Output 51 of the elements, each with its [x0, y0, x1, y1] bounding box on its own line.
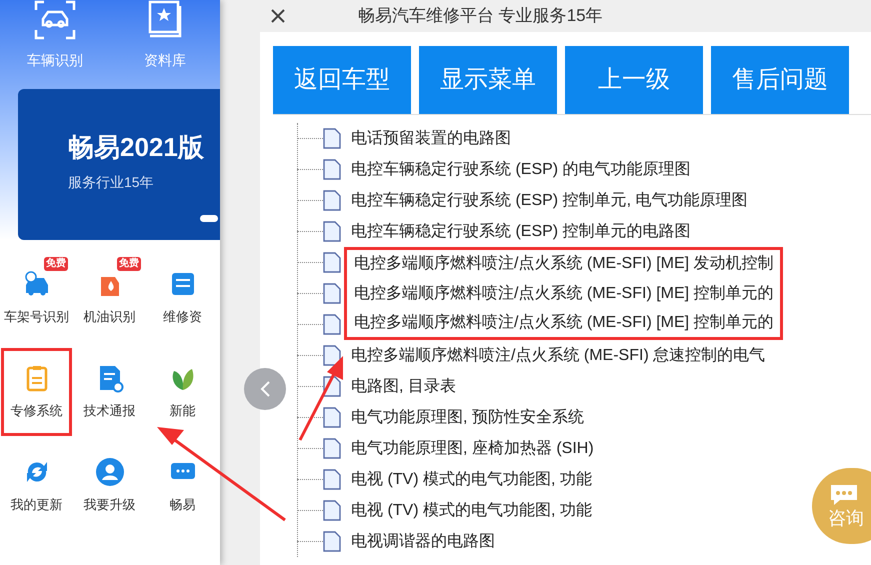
feature-button[interactable]: 免费 机油识别: [74, 254, 145, 342]
tree-item[interactable]: 电控多端顺序燃料喷注/点火系统 (ME-SFI) [ME] 发动机控制: [344, 247, 783, 278]
document-icon: [323, 314, 341, 335]
user-icon: [94, 457, 124, 488]
tree-item[interactable]: 电气功能原理图, 预防性安全系统: [344, 402, 590, 433]
tree-item[interactable]: 电视 (TV) 模式的电气功能图, 功能: [344, 464, 598, 495]
document-icon: [323, 407, 341, 428]
document-icon: [323, 221, 341, 242]
feature-button[interactable]: 专修系统: [1, 348, 72, 436]
document-icon: [323, 283, 341, 304]
feature-button[interactable]: 新能: [147, 348, 218, 436]
feature-button[interactable]: 我要升级: [74, 442, 145, 530]
document-icon: [323, 252, 341, 273]
book-icon: [147, 0, 183, 40]
feature-button[interactable]: 免费 车架号识别: [1, 254, 72, 342]
chat-bubble-icon: [828, 482, 860, 507]
banner-subtitle: 服务行业15年: [68, 173, 155, 192]
tree-item[interactable]: 电话预留装置的电路图: [344, 123, 517, 154]
document-icon: [323, 500, 341, 521]
menu-button[interactable]: 返回车型: [273, 46, 411, 114]
tree-item[interactable]: 电控多端顺序燃料喷注/点火系统 (ME-SFI) [ME] 控制单元的: [344, 278, 783, 309]
tree-item[interactable]: 电控多端顺序燃料喷注/点火系统 (ME-SFI) 怠速控制的电气: [344, 340, 772, 371]
tree-item[interactable]: 电视调谐器的电路图: [344, 526, 501, 557]
document-icon: [323, 469, 341, 490]
free-badge: 免费: [117, 257, 141, 271]
free-badge: 免费: [44, 257, 68, 271]
tree-item[interactable]: 电视 (TV) 模式的电气功能图, 功能: [344, 495, 598, 526]
car-scan-icon: [34, 0, 76, 40]
menu-button[interactable]: 售后问题: [711, 46, 849, 114]
menu-button[interactable]: 显示菜单: [419, 46, 557, 114]
document-icon: [323, 345, 341, 366]
document-icon: [323, 159, 341, 180]
banner[interactable]: 畅易2021版 服务行业15年: [18, 89, 220, 240]
feature-button[interactable]: 维修资: [147, 254, 218, 342]
menu-button[interactable]: 上一级: [565, 46, 703, 114]
chevron-left-icon: [259, 380, 271, 398]
tree-item[interactable]: 电控车辆稳定行驶系统 (ESP) 的电气功能原理图: [344, 154, 697, 185]
tree-item[interactable]: 电控车辆稳定行驶系统 (ESP) 控制单元, 电气功能原理图: [344, 185, 754, 216]
document-icon: [323, 128, 341, 149]
tree-item[interactable]: 电控多端顺序燃料喷注/点火系统 (ME-SFI) [ME] 控制单元的: [344, 309, 783, 340]
tree-item[interactable]: 电气功能原理图, 座椅加热器 (SIH): [344, 433, 600, 464]
document-icon: [323, 190, 341, 211]
feature-button[interactable]: 畅易: [147, 442, 218, 530]
window-title: 畅易汽车维修平台 专业服务15年: [358, 5, 603, 28]
document-icon: [323, 531, 341, 552]
feature-button[interactable]: 我的更新: [1, 442, 72, 530]
tree-item[interactable]: 电控车辆稳定行驶系统 (ESP) 控制单元的电路图: [344, 216, 697, 247]
tree-item[interactable]: 电路图, 目录表: [344, 371, 462, 402]
banner-title: 畅易2021版: [68, 134, 205, 160]
feature-button[interactable]: 技术通报: [74, 348, 145, 436]
document-icon: [323, 438, 341, 459]
